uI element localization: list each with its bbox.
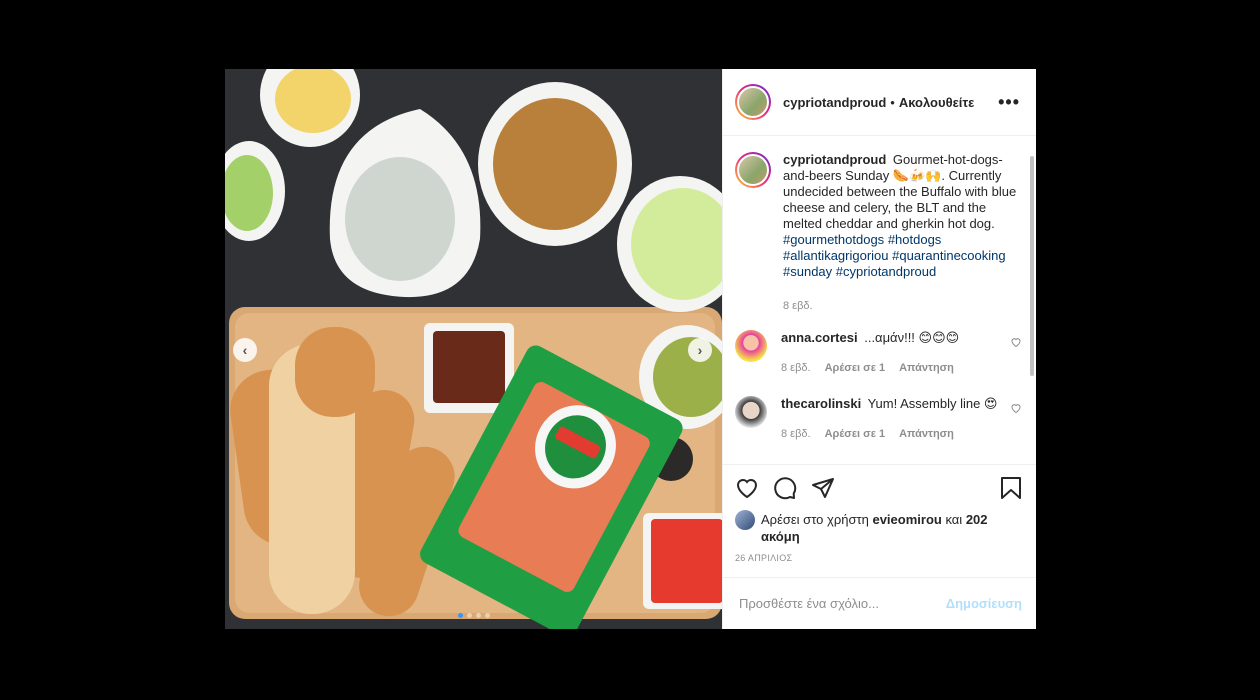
heart-icon[interactable] [735,476,759,500]
caption: cypriotandproud Gourmet-hot-dogs-and-bee… [735,152,1022,314]
avatar[interactable] [735,396,767,428]
hashtag-link[interactable]: #sunday [783,264,832,279]
post-side-panel: cypriotandproud • Ακολουθείτε ••• cyprio… [722,69,1036,629]
carousel-dot [457,613,463,618]
comment: anna.cortesi ...αμάν!!! 😊😊😊 8 εβδ. Αρέσε… [735,330,1022,376]
bookmark-icon[interactable] [1000,476,1022,500]
comment-age[interactable]: 8 εβδ. [781,360,811,376]
post-comment-button[interactable]: Δημοσίευση [946,596,1022,611]
comment-username[interactable]: thecarolinski [781,396,861,411]
comment-username[interactable]: anna.cortesi [781,330,858,345]
comment-icon[interactable] [773,476,797,500]
header-separator: • [890,94,895,110]
hashtag-link[interactable]: #gourmethotdogs [783,232,884,247]
likes-suffix: και [945,512,963,527]
reply-button[interactable]: Απάντηση [899,426,954,442]
caption-age[interactable]: 8 εβδ. [783,298,813,314]
hashtag-link[interactable]: #cypriotandproud [836,264,936,279]
scrollbar[interactable] [1030,156,1034,376]
more-icon[interactable]: ••• [998,92,1020,113]
food-photo-illustration [225,69,722,629]
post-modal: ‹ › cypriotandproud • Ακολουθείτε ••• cy… [225,69,1036,629]
likes-prefix: Αρέσει στο χρήστη [761,512,869,527]
post-photo[interactable]: ‹ › [225,69,722,629]
likes-summary[interactable]: Αρέσει στο χρήστη evieomirou και 202 ακό… [735,510,1022,545]
add-comment-bar: Δημοσίευση [723,577,1036,629]
reply-button[interactable]: Απάντηση [899,360,954,376]
comment-likes[interactable]: Αρέσει σε 1 [825,426,886,442]
hashtag-link[interactable]: #hotdogs [888,232,942,247]
carousel-dot [475,613,481,618]
comment-text: ...αμάν!!! 😊😊😊 [864,330,960,345]
caption-username[interactable]: cypriotandproud [783,152,886,167]
carousel-dot [484,613,490,618]
carousel-dot [466,613,472,618]
post-header: cypriotandproud • Ακολουθείτε ••• [723,69,1036,136]
comment-like-icon[interactable] [1010,402,1022,414]
hashtag-link[interactable]: #quarantinecooking [892,248,1005,263]
comment-age[interactable]: 8 εβδ. [781,426,811,442]
avatar[interactable] [735,330,767,362]
previous-photo-button[interactable]: ‹ [233,338,257,362]
comment-likes[interactable]: Αρέσει σε 1 [825,360,886,376]
hashtag-link[interactable]: #allantikagrigoriou [783,248,889,263]
action-icons [735,473,1022,503]
comments-list[interactable]: cypriotandproud Gourmet-hot-dogs-and-bee… [723,136,1036,464]
header-username[interactable]: cypriotandproud [783,95,886,110]
comment-text: Yum! Assembly line 😍 [867,396,998,411]
next-photo-button[interactable]: › [688,338,712,362]
comment-like-icon[interactable] [1010,336,1022,348]
comment-input[interactable] [739,596,946,611]
likes-username[interactable]: evieomirou [872,512,941,527]
avatar[interactable] [735,510,755,530]
carousel-indicator [225,613,722,618]
comment: thecarolinski Yum! Assembly line 😍 8 εβδ… [735,396,1022,442]
post-date[interactable]: 26 ΑΠΡΙΛΙΟΣ [735,553,1022,563]
post-actions: Αρέσει στο χρήστη evieomirou και 202 ακό… [723,464,1036,577]
share-icon[interactable] [811,476,835,500]
avatar[interactable] [735,84,771,120]
avatar[interactable] [735,152,771,188]
following-button[interactable]: Ακολουθείτε [899,95,975,110]
